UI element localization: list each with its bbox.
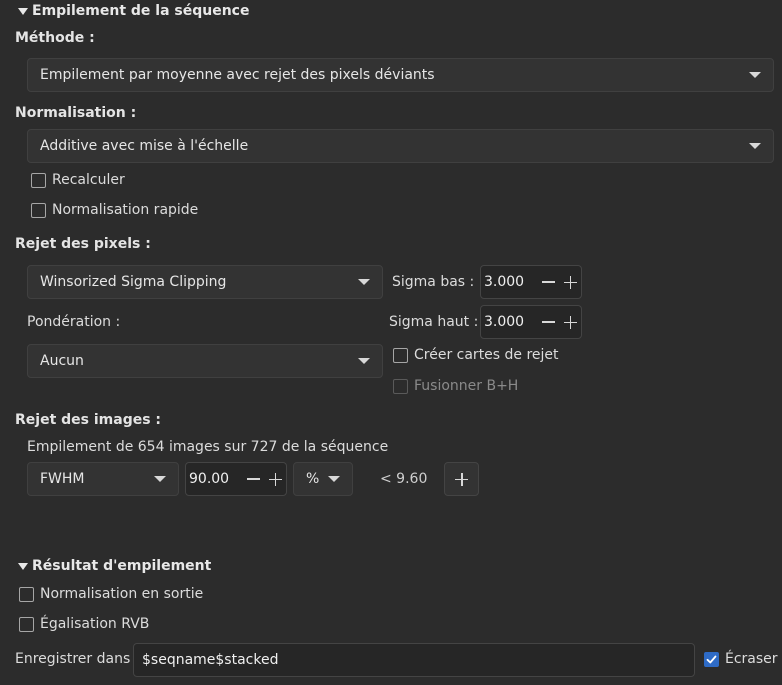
minus-icon — [246, 478, 260, 480]
filter-type-combo[interactable]: FWHM — [27, 462, 179, 496]
plus-icon — [455, 472, 468, 486]
overwrite-checkbox-row[interactable]: Écraser — [704, 651, 778, 667]
plus-icon — [563, 275, 577, 289]
weighting-label: Pondération : — [27, 314, 121, 330]
filter-value-increment-button[interactable] — [264, 463, 286, 495]
rejection-maps-checkbox-row[interactable]: Créer cartes de rejet — [393, 347, 559, 363]
fast-normalization-checkbox-row[interactable]: Normalisation rapide — [31, 202, 198, 218]
overwrite-label: Écraser — [725, 651, 778, 667]
sigma-low-value[interactable]: 3.000 — [481, 274, 537, 290]
sigma-low-spinner[interactable]: 3.000 — [480, 265, 582, 299]
dropdown-arrow-icon — [154, 476, 166, 482]
filter-type-text: FWHM — [40, 471, 85, 487]
rgb-equalization-checkbox[interactable] — [19, 616, 34, 632]
dropdown-arrow-icon — [328, 476, 340, 482]
stacking-section-title: Empilement de la séquence — [32, 3, 250, 19]
method-label: Méthode : — [15, 30, 95, 46]
recompute-checkbox-row[interactable]: Recalculer — [31, 172, 125, 188]
filter-mode-combo[interactable]: % — [293, 462, 353, 496]
recompute-label: Recalculer — [52, 172, 125, 188]
dropdown-arrow-icon — [358, 358, 370, 364]
fast-normalization-label: Normalisation rapide — [52, 202, 199, 218]
filter-value-decrement-button[interactable] — [242, 463, 264, 495]
rejection-maps-checkbox[interactable] — [393, 347, 408, 363]
sigma-low-label: Sigma bas : — [392, 274, 475, 290]
sigma-low-decrement-button[interactable] — [537, 266, 559, 298]
minus-icon — [541, 281, 555, 283]
weighting-combo[interactable]: Aucun — [27, 344, 383, 378]
rejection-method-text: Winsorized Sigma Clipping — [40, 274, 227, 290]
merge-checkbox — [393, 378, 408, 394]
weighting-combo-text: Aucun — [40, 353, 84, 369]
merge-checkbox-row: Fusionner B+H — [393, 378, 518, 394]
collapse-triangle-icon — [18, 7, 28, 15]
sigma-low-increment-button[interactable] — [559, 266, 581, 298]
normalization-combo[interactable]: Additive avec mise à l'échelle — [27, 129, 774, 163]
normalization-combo-text: Additive avec mise à l'échelle — [40, 138, 249, 154]
fast-normalization-checkbox[interactable] — [31, 202, 46, 218]
add-filter-button[interactable] — [444, 462, 479, 496]
collapse-triangle-icon — [18, 562, 28, 570]
method-combo-text: Empilement par moyenne avec rejet des pi… — [40, 67, 435, 83]
result-section-header[interactable]: Résultat d'empilement — [18, 558, 211, 574]
pixel-rejection-label: Rejet des pixels : — [15, 236, 151, 252]
method-combo[interactable]: Empilement par moyenne avec rejet des pi… — [27, 58, 774, 92]
plus-icon — [563, 315, 577, 329]
rgb-equalization-checkbox-row[interactable]: Égalisation RVB — [19, 616, 149, 632]
save-in-value: $seqname$stacked — [142, 652, 279, 668]
rejection-method-combo[interactable]: Winsorized Sigma Clipping — [27, 265, 383, 299]
recompute-checkbox[interactable] — [31, 172, 46, 188]
sigma-high-spinner[interactable]: 3.000 — [480, 305, 582, 339]
filter-threshold: < 9.60 — [380, 471, 428, 487]
output-normalization-checkbox[interactable] — [19, 586, 34, 602]
stacking-section-header[interactable]: Empilement de la séquence — [18, 3, 249, 19]
normalization-label: Normalisation : — [15, 105, 137, 121]
sigma-high-label: Sigma haut : — [389, 314, 479, 330]
sigma-high-decrement-button[interactable] — [537, 306, 559, 338]
sigma-high-increment-button[interactable] — [559, 306, 581, 338]
merge-label: Fusionner B+H — [414, 378, 519, 394]
dropdown-arrow-icon — [358, 279, 370, 285]
plus-icon — [268, 472, 282, 486]
rgb-equalization-label: Égalisation RVB — [40, 616, 150, 632]
output-normalization-label: Normalisation en sortie — [40, 586, 204, 602]
output-normalization-checkbox-row[interactable]: Normalisation en sortie — [19, 586, 203, 602]
rejection-maps-label: Créer cartes de rejet — [414, 347, 559, 363]
image-rejection-label: Rejet des images : — [15, 412, 162, 428]
minus-icon — [541, 321, 555, 323]
dropdown-arrow-icon — [749, 72, 761, 78]
dropdown-arrow-icon — [749, 143, 761, 149]
filter-value[interactable]: 90.00 — [186, 471, 242, 487]
image-rejection-info: Empilement de 654 images sur 727 de la s… — [27, 439, 389, 455]
overwrite-checkbox[interactable] — [704, 651, 719, 667]
save-in-label: Enregistrer dans : — [15, 651, 140, 667]
filter-mode-text: % — [306, 471, 320, 487]
result-section-title: Résultat d'empilement — [32, 558, 212, 574]
sigma-high-value[interactable]: 3.000 — [481, 314, 537, 330]
save-in-input[interactable]: $seqname$stacked — [133, 643, 695, 677]
filter-value-spinner[interactable]: 90.00 — [185, 462, 287, 496]
checkmark-icon — [706, 655, 717, 663]
